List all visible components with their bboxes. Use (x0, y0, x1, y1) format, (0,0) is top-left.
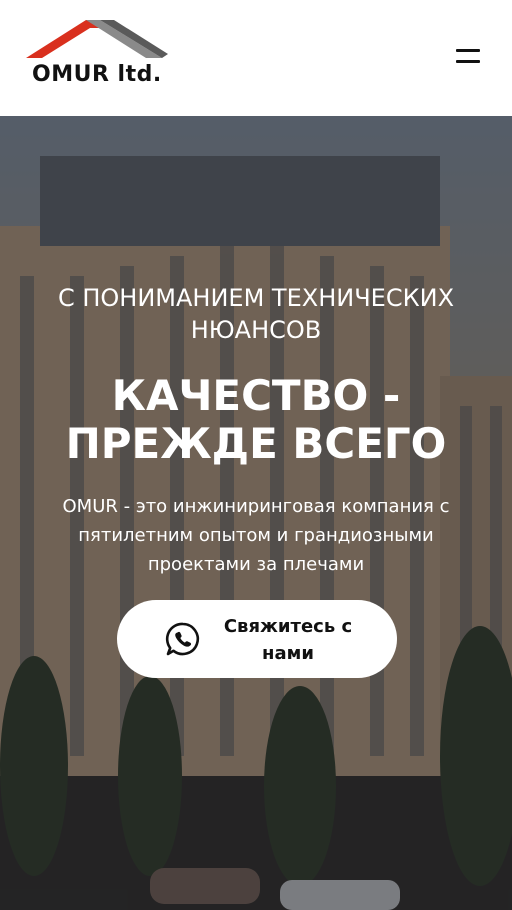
site-header: OMUR ltd. (0, 0, 512, 116)
hero-section: С ПОНИМАНИЕМ ТЕХНИЧЕСКИХ НЮАНСОВ КАЧЕСТВ… (0, 116, 512, 910)
hamburger-icon[interactable] (456, 46, 480, 66)
whatsapp-icon (165, 622, 200, 656)
roof-icon (26, 20, 168, 58)
hero-subtitle: С ПОНИМАНИЕМ ТЕХНИЧЕСКИХ НЮАНСОВ (57, 284, 455, 344)
contact-us-label: Свяжитесь с нами (223, 616, 353, 664)
hero-description: OMUR - это инжиниринговая компания с пят… (62, 496, 450, 575)
hamburger-line (456, 49, 480, 52)
hamburger-line (456, 60, 480, 63)
contact-us-button[interactable]: Свяжитесь с нами (117, 600, 397, 678)
logo-text: OMUR ltd. (32, 62, 162, 87)
hero-title: КАЧЕСТВО - ПРЕЖДЕ ВСЕГО (65, 371, 447, 468)
logo[interactable]: OMUR ltd. (22, 14, 172, 98)
